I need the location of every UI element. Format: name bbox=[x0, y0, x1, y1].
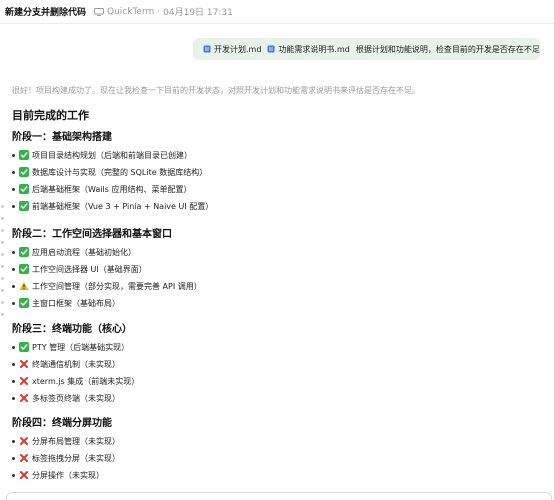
bullet bbox=[12, 345, 15, 349]
response-heading: 目前完成的工作 bbox=[12, 109, 89, 122]
cross-icon bbox=[20, 377, 28, 385]
section-title: 阶段四：终端分屏功能 bbox=[12, 418, 112, 429]
status-icon bbox=[19, 201, 29, 211]
scroll-indicator bbox=[1, 205, 4, 325]
bullet bbox=[12, 379, 15, 383]
list-item-text: 项目目录结构规划（后端和前端目录已创建） bbox=[32, 150, 192, 160]
list-item-text: PTY 管理（后端基础实现） bbox=[32, 342, 130, 352]
bullet bbox=[12, 267, 15, 271]
list-item: 分屏操作（未实现） bbox=[12, 469, 104, 481]
bullet bbox=[12, 284, 15, 288]
section-title: 阶段三：终端功能（核心） bbox=[12, 324, 132, 335]
section-title: 阶段二：工作空间选择器和基本窗口 bbox=[12, 229, 172, 240]
list-item: 主窗口框架（基础布局） bbox=[12, 297, 120, 309]
status-icon bbox=[19, 453, 29, 463]
file-icon bbox=[267, 45, 275, 53]
list-item: 标签拖拽分屏（未实现） bbox=[12, 452, 120, 464]
check-icon bbox=[19, 342, 29, 352]
list-item: xterm.js 集成（前端未实现） bbox=[12, 375, 139, 387]
check-icon bbox=[19, 167, 29, 177]
user-message-bubble: 开发计划.md 功能需求说明书.md 根据计划和功能说明，检查目前的开发是否存在… bbox=[193, 38, 540, 60]
list-item-text: 前端基础框架（Vue 3 + Pinia + Naive UI 配置） bbox=[32, 201, 214, 211]
cross-icon bbox=[20, 394, 28, 402]
list-item-text: 分屏操作（未实现） bbox=[32, 470, 104, 480]
list-item-text: 应用启动流程（基础初始化） bbox=[32, 247, 136, 257]
list-item: 多标签页终端（未实现） bbox=[12, 392, 120, 404]
cross-icon bbox=[20, 437, 28, 445]
list-item-text: 标签拖拽分屏（未实现） bbox=[32, 453, 120, 463]
status-icon bbox=[19, 247, 29, 257]
file-icon bbox=[203, 45, 211, 53]
message-input[interactable] bbox=[6, 492, 552, 500]
attachment-name: 开发计划.md bbox=[214, 44, 262, 54]
status-icon bbox=[19, 376, 29, 386]
list-item-text: 终端通信机制（未实现） bbox=[32, 359, 120, 369]
attachment-chip[interactable]: 开发计划.md bbox=[203, 44, 261, 55]
bullet bbox=[12, 396, 15, 400]
user-message-text: 根据计划和功能说明，检查目前的开发是否存在不足 bbox=[355, 44, 540, 54]
status-icon bbox=[19, 264, 29, 274]
status-icon bbox=[19, 342, 29, 352]
list-item: 后端基础框架（Wails 应用结构、菜单配置） bbox=[12, 183, 191, 195]
attachment-chip[interactable]: 功能需求说明书.md bbox=[267, 44, 350, 55]
list-item: PTY 管理（后端基础实现） bbox=[12, 341, 129, 353]
bullet bbox=[12, 301, 15, 305]
cross-icon bbox=[20, 471, 28, 479]
status-icon bbox=[19, 359, 29, 369]
list-item-text: 工作空间选择器 UI（基础界面） bbox=[32, 264, 147, 274]
response-intro: 很好！项目构建成功了。现在让我检查一下目前的开发状态，对照开发计划和功能需求说明… bbox=[12, 86, 420, 95]
list-item: 应用启动流程（基础初始化） bbox=[12, 246, 136, 258]
list-item: 终端通信机制（未实现） bbox=[12, 358, 120, 370]
list-item: 分屏布局管理（未实现） bbox=[12, 435, 120, 447]
check-icon bbox=[19, 201, 29, 211]
bullet bbox=[12, 204, 15, 208]
bullet bbox=[12, 153, 15, 157]
conversation-header: 新建分支并删除代码 QuickTerm · 04月19日 17:31 bbox=[0, 0, 554, 24]
app-name: QuickTerm bbox=[107, 6, 155, 17]
check-icon bbox=[19, 264, 29, 274]
conversation-date: 04月19日 17:31 bbox=[163, 8, 233, 18]
status-icon bbox=[19, 298, 29, 308]
cross-icon bbox=[20, 454, 28, 462]
bullet bbox=[12, 473, 15, 477]
list-item: 工作空间管理（部分实现，需要完善 API 调用） bbox=[12, 280, 202, 292]
list-item-text: 数据库设计与实现（完整的 SQLite 数据库结构） bbox=[32, 167, 208, 177]
status-icon bbox=[19, 470, 29, 480]
list-item: 项目目录结构规划（后端和前端目录已创建） bbox=[12, 149, 192, 161]
check-icon bbox=[19, 247, 29, 257]
check-icon bbox=[19, 184, 29, 194]
meta-separator: · bbox=[157, 6, 161, 17]
list-item: 数据库设计与实现（完整的 SQLite 数据库结构） bbox=[12, 166, 207, 178]
conversation-title: 新建分支并删除代码 bbox=[5, 8, 87, 18]
warning-icon bbox=[19, 281, 29, 290]
status-icon bbox=[19, 436, 29, 446]
list-item-text: xterm.js 集成（前端未实现） bbox=[32, 376, 140, 386]
attachment-name: 功能需求说明书.md bbox=[278, 44, 350, 54]
status-icon bbox=[19, 184, 29, 194]
list-item-text: 工作空间管理（部分实现，需要完善 API 调用） bbox=[32, 281, 202, 291]
check-icon bbox=[19, 150, 29, 160]
bullet bbox=[12, 439, 15, 443]
list-item-text: 后端基础框架（Wails 应用结构、菜单配置） bbox=[32, 184, 192, 194]
bullet bbox=[12, 456, 15, 460]
status-icon bbox=[19, 150, 29, 160]
status-icon bbox=[19, 167, 29, 177]
bullet bbox=[12, 250, 15, 254]
monitor-icon bbox=[94, 7, 104, 16]
section-title: 阶段一：基础架构搭建 bbox=[12, 132, 112, 143]
check-icon bbox=[19, 298, 29, 308]
list-item: 工作空间选择器 UI（基础界面） bbox=[12, 263, 147, 275]
conversation-meta: QuickTerm · 04月19日 17:31 bbox=[94, 5, 233, 18]
list-item-text: 主窗口框架（基础布局） bbox=[32, 298, 120, 308]
list-item-text: 多标签页终端（未实现） bbox=[32, 393, 120, 403]
list-item-text: 分屏布局管理（未实现） bbox=[32, 436, 120, 446]
bullet bbox=[12, 170, 15, 174]
bullet bbox=[12, 362, 15, 366]
bullet bbox=[12, 187, 15, 191]
list-item: 前端基础框架（Vue 3 + Pinia + Naive UI 配置） bbox=[12, 200, 213, 212]
status-icon bbox=[19, 281, 29, 291]
cross-icon bbox=[20, 360, 28, 368]
status-icon bbox=[19, 393, 29, 403]
